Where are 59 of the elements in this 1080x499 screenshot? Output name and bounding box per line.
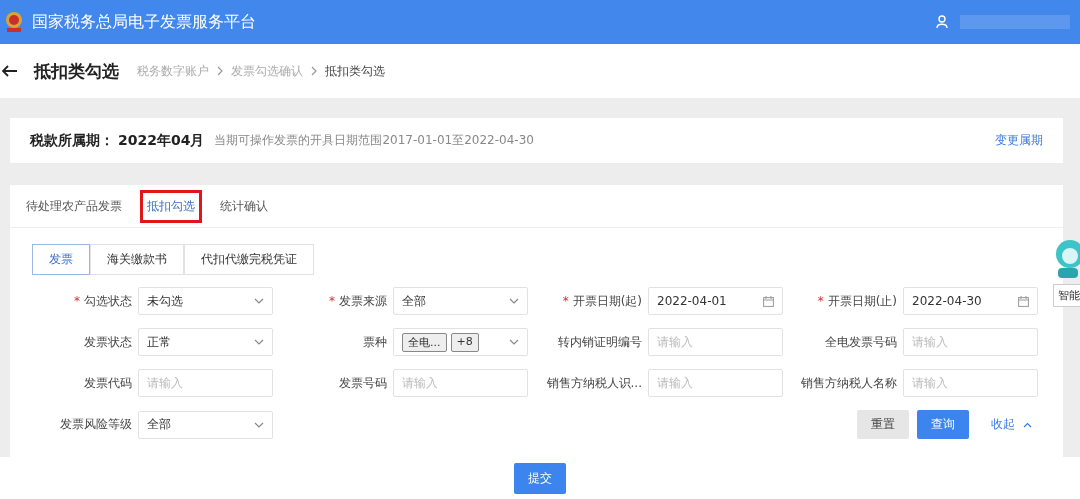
chevron-up-icon	[1023, 421, 1032, 428]
required-mark: *	[74, 293, 80, 308]
period-value: 2022年04月	[118, 131, 205, 150]
select-field[interactable]: 全部	[393, 287, 528, 315]
submit-button[interactable]: 提交	[514, 462, 566, 494]
date-field[interactable]: 2022-04-01	[648, 287, 783, 315]
chevron-down-icon	[509, 298, 519, 304]
field-label: 发票号码	[339, 375, 387, 390]
field-label: 全电发票号码	[825, 334, 897, 349]
field-label: 发票风险等级	[60, 417, 132, 431]
back-arrow-icon[interactable]	[2, 65, 18, 77]
chevron-down-icon	[509, 339, 519, 345]
assistant-label[interactable]: 智能	[1053, 284, 1080, 307]
calendar-icon	[1018, 295, 1029, 307]
chevron-icon	[311, 66, 317, 76]
calendar-icon	[763, 295, 774, 307]
query-button[interactable]: 查询	[917, 410, 969, 439]
field-label: 发票状态	[84, 334, 132, 349]
field-label: 票种	[363, 334, 387, 349]
user-icon[interactable]	[936, 15, 948, 29]
input-field[interactable]: 请输入	[903, 369, 1038, 397]
reset-button[interactable]: 重置	[857, 410, 909, 439]
segment-button[interactable]: 海关缴款书	[90, 244, 184, 275]
input-field[interactable]: 请输入	[393, 369, 528, 397]
chevron-icon	[217, 66, 223, 76]
select-field[interactable]: 正常	[138, 328, 273, 356]
select-field[interactable]: 全部	[138, 410, 273, 439]
platform-title: 国家税务总局电子发票服务平台	[32, 11, 256, 33]
tab[interactable]: 统计确认	[216, 192, 272, 220]
chevron-down-icon	[254, 298, 264, 304]
input-field[interactable]: 请输入	[903, 328, 1038, 356]
multi-select-field[interactable]: 全电... +8	[393, 328, 528, 356]
field-label: 转内销证明编号	[558, 334, 642, 349]
input-field[interactable]: 请输入	[648, 369, 783, 397]
input-field[interactable]: 请输入	[138, 369, 273, 397]
field-label: 发票来源	[339, 293, 387, 308]
segment-button[interactable]: 代扣代缴完税凭证	[184, 244, 314, 275]
tab[interactable]: 抵扣勾选	[140, 189, 202, 223]
field-label: 勾选状态	[84, 293, 132, 308]
required-mark: *	[562, 293, 569, 308]
change-period-link[interactable]: 变更属期	[995, 132, 1043, 149]
field-label: 销售方纳税人名称	[801, 375, 897, 390]
chevron-down-icon	[254, 339, 264, 345]
collapse-link[interactable]: 收起	[991, 416, 1015, 433]
input-field[interactable]: 请输入	[648, 328, 783, 356]
required-mark: *	[817, 293, 824, 308]
field-label: 开票日期(止)	[827, 293, 897, 308]
field-label: 开票日期(起)	[572, 293, 642, 308]
field-label: 销售方纳税人识...	[546, 375, 642, 390]
segment-button[interactable]: 发票	[32, 244, 90, 275]
period-label: 税款所属期：	[30, 131, 114, 150]
date-field[interactable]: 2022-04-30	[903, 287, 1038, 315]
field-label: 发票代码	[84, 375, 132, 390]
page-title: 抵扣类勾选	[34, 59, 119, 83]
required-mark: *	[329, 293, 335, 308]
period-hint: 当期可操作发票的开具日期范围2017-01-01至2022-04-30	[214, 132, 534, 149]
tab[interactable]: 待处理农产品发票	[22, 192, 126, 220]
select-field[interactable]: 未勾选	[138, 287, 273, 315]
chevron-down-icon	[254, 421, 264, 428]
